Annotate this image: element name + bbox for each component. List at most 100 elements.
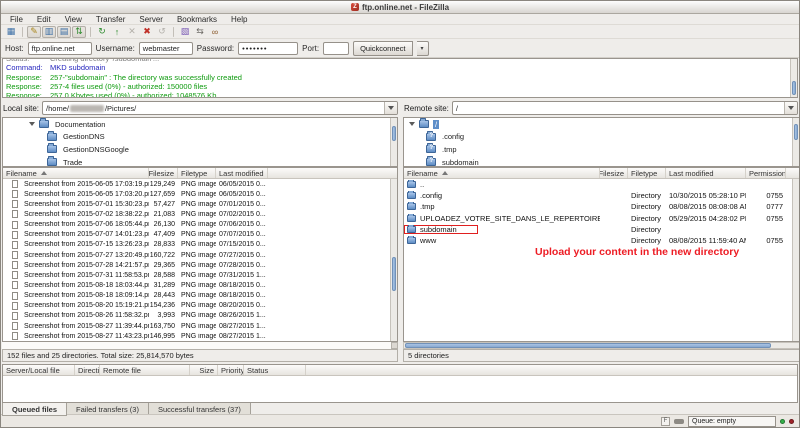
- local-tree-scrollbar[interactable]: [390, 118, 397, 166]
- remote-tree-item[interactable]: .config: [404, 131, 799, 144]
- toggle-log-icon[interactable]: ✎: [27, 26, 41, 38]
- column-last-modified[interactable]: Last modified: [216, 168, 268, 178]
- column-filetype[interactable]: Filetype: [628, 168, 666, 178]
- remote-horizontal-scrollbar[interactable]: [403, 342, 800, 349]
- local-file-row[interactable]: Screenshot from 2015-07-02 18:38:22.png …: [3, 209, 397, 219]
- local-site-combobox[interactable]: /home//Pictures/: [42, 101, 398, 115]
- column-status[interactable]: Status: [244, 365, 306, 375]
- local-file-row[interactable]: Screenshot from 2015-08-20 15:19:21.png …: [3, 301, 397, 311]
- file-modified: 08/27/2015 1...: [216, 323, 268, 330]
- local-tree-item[interactable]: GestionDNSGoogle: [3, 143, 397, 156]
- menu-item[interactable]: Bookmarks: [170, 14, 224, 25]
- quickconnect-dropdown-icon[interactable]: ▾: [417, 41, 429, 56]
- directory-comparison-icon[interactable]: ▧: [178, 26, 192, 38]
- cancel-operation-icon[interactable]: ✕: [125, 26, 139, 38]
- expander-icon[interactable]: [409, 122, 415, 126]
- column-size[interactable]: Size: [190, 365, 218, 375]
- expander-icon[interactable]: [29, 122, 35, 126]
- toolbar-separator[interactable]: [173, 27, 174, 37]
- queue-tab[interactable]: Queued files: [2, 403, 67, 416]
- tree-item-label: GestionDNSGoogle: [61, 145, 131, 154]
- menu-item[interactable]: Transfer: [89, 14, 133, 25]
- username-input[interactable]: webmaster: [139, 42, 193, 55]
- menu-item[interactable]: Server: [132, 14, 170, 25]
- local-file-row[interactable]: Screenshot from 2015-08-18 18:09:14.png …: [3, 291, 397, 301]
- file-modified: 08/08/2015 08:08:08 AM: [666, 202, 746, 211]
- local-file-row[interactable]: Screenshot from 2015-08-27 11:39:44.png …: [3, 321, 397, 331]
- menu-item[interactable]: View: [58, 14, 89, 25]
- local-tree-item[interactable]: Trade: [3, 156, 397, 167]
- remote-tree-scrollbar[interactable]: [792, 118, 799, 166]
- local-file-row[interactable]: Screenshot from 2015-07-01 15:30:23.png …: [3, 199, 397, 209]
- remote-list-scrollbar[interactable]: [792, 179, 799, 341]
- file-icon: [12, 221, 18, 229]
- file-permissions: 0755: [746, 214, 786, 223]
- local-list-scrollbar[interactable]: [390, 179, 397, 341]
- remote-horizontal-scrollbar-thumb[interactable]: [405, 343, 771, 348]
- remote-site-dropdown-icon[interactable]: [784, 102, 797, 114]
- local-file-row[interactable]: Screenshot from 2015-07-07 14:01:23.png …: [3, 230, 397, 240]
- remote-site-combobox[interactable]: /: [452, 101, 798, 115]
- column-filesize[interactable]: Filesize: [149, 168, 178, 178]
- column-filesize[interactable]: Filesize: [600, 168, 628, 178]
- toggle-queue-icon[interactable]: ⇅: [72, 26, 86, 38]
- remote-tree-item[interactable]: /: [404, 118, 799, 131]
- local-file-row[interactable]: Screenshot from 2015-07-27 13:20:49.png …: [3, 250, 397, 260]
- host-input[interactable]: ftp.online.net: [28, 42, 92, 55]
- quickconnect-button[interactable]: Quickconnect: [353, 41, 412, 56]
- column-permissions[interactable]: Permissions: [746, 168, 786, 178]
- local-file-row[interactable]: Screenshot from 2015-07-28 14:21:57.png …: [3, 260, 397, 270]
- password-input[interactable]: •••••••: [238, 42, 298, 55]
- remote-file-row[interactable]: ..: [404, 179, 799, 190]
- local-file-row[interactable]: Screenshot from 2015-08-18 18:03:44.png …: [3, 280, 397, 290]
- toolbar-separator[interactable]: [90, 27, 91, 37]
- file-type: PNG image: [178, 221, 216, 228]
- site-manager-icon[interactable]: ▦: [4, 26, 18, 38]
- local-file-row[interactable]: Screenshot from 2015-07-31 11:58:53.png …: [3, 270, 397, 280]
- remote-file-row[interactable]: .tmp Directory 08/08/2015 08:08:08 AM 07…: [404, 201, 799, 212]
- remote-tree-item[interactable]: subdomain: [404, 156, 799, 167]
- remote-file-row[interactable]: .config Directory 10/30/2015 05:28:10 PM…: [404, 190, 799, 201]
- toggle-remote-tree-icon[interactable]: ▤: [57, 26, 71, 38]
- local-tree-item[interactable]: Documentation: [3, 118, 397, 131]
- local-file-row[interactable]: Screenshot from 2015-07-06 18:05:44.png …: [3, 220, 397, 230]
- local-file-row[interactable]: Screenshot from 2015-08-27 11:43:23.png …: [3, 331, 397, 341]
- remote-tree-item[interactable]: .tmp: [404, 143, 799, 156]
- remote-file-row[interactable]: UPLOADEZ_VOTRE_SITE_DANS_LE_REPERTOIRE_W…: [404, 213, 799, 224]
- column-last-modified[interactable]: Last modified: [666, 168, 746, 178]
- menu-item[interactable]: Help: [224, 14, 254, 25]
- column-filetype[interactable]: Filetype: [178, 168, 216, 178]
- column-server-local-file[interactable]: Server/Local file: [3, 365, 75, 375]
- remote-tree-scrollbar-thumb[interactable]: [794, 124, 798, 140]
- remote-status-text: 5 directories: [408, 351, 449, 360]
- local-file-row[interactable]: Screenshot from 2015-06-05 17:03:19.png …: [3, 179, 397, 189]
- menu-item[interactable]: File: [3, 14, 30, 25]
- find-files-icon[interactable]: ∞: [208, 26, 222, 38]
- toolbar-separator[interactable]: [22, 27, 23, 37]
- port-input[interactable]: [323, 42, 349, 55]
- log-scrollbar[interactable]: [790, 59, 797, 97]
- file-name: UPLOADEZ_VOTRE_SITE_DANS_LE_REPERTOIRE_W…: [420, 214, 600, 223]
- disconnect-icon[interactable]: ✖: [140, 26, 154, 38]
- local-file-row[interactable]: Screenshot from 2015-07-15 13:26:23.png …: [3, 240, 397, 250]
- column-filename[interactable]: Filename: [404, 168, 600, 178]
- local-file-row[interactable]: Screenshot from 2015-06-05 17:03:20.png …: [3, 189, 397, 199]
- log-scrollbar-thumb[interactable]: [792, 81, 796, 95]
- column-direction[interactable]: Direction: [75, 365, 100, 375]
- menu-item[interactable]: Edit: [30, 14, 58, 25]
- column-priority[interactable]: Priority: [218, 365, 244, 375]
- process-queue-icon[interactable]: ↑: [110, 26, 124, 38]
- local-site-dropdown-icon[interactable]: [384, 102, 397, 114]
- column-remote-file[interactable]: Remote file: [100, 365, 190, 375]
- remote-file-row[interactable]: subdomain Directory: [404, 224, 799, 235]
- column-filename[interactable]: Filename: [3, 168, 149, 178]
- reconnect-icon[interactable]: ↺: [155, 26, 169, 38]
- refresh-icon[interactable]: ↻: [95, 26, 109, 38]
- local-tree-item[interactable]: GestionDNS: [3, 131, 397, 144]
- local-tree-scrollbar-thumb[interactable]: [392, 126, 396, 141]
- remote-file-row[interactable]: www Directory 08/08/2015 11:59:40 AM 075…: [404, 235, 799, 246]
- local-list-scrollbar-thumb[interactable]: [392, 257, 396, 291]
- local-file-row[interactable]: Screenshot from 2015-08-26 11:58:32.png …: [3, 311, 397, 321]
- toggle-local-tree-icon[interactable]: ▥: [42, 26, 56, 38]
- synchronized-browsing-icon[interactable]: ⇆: [193, 26, 207, 38]
